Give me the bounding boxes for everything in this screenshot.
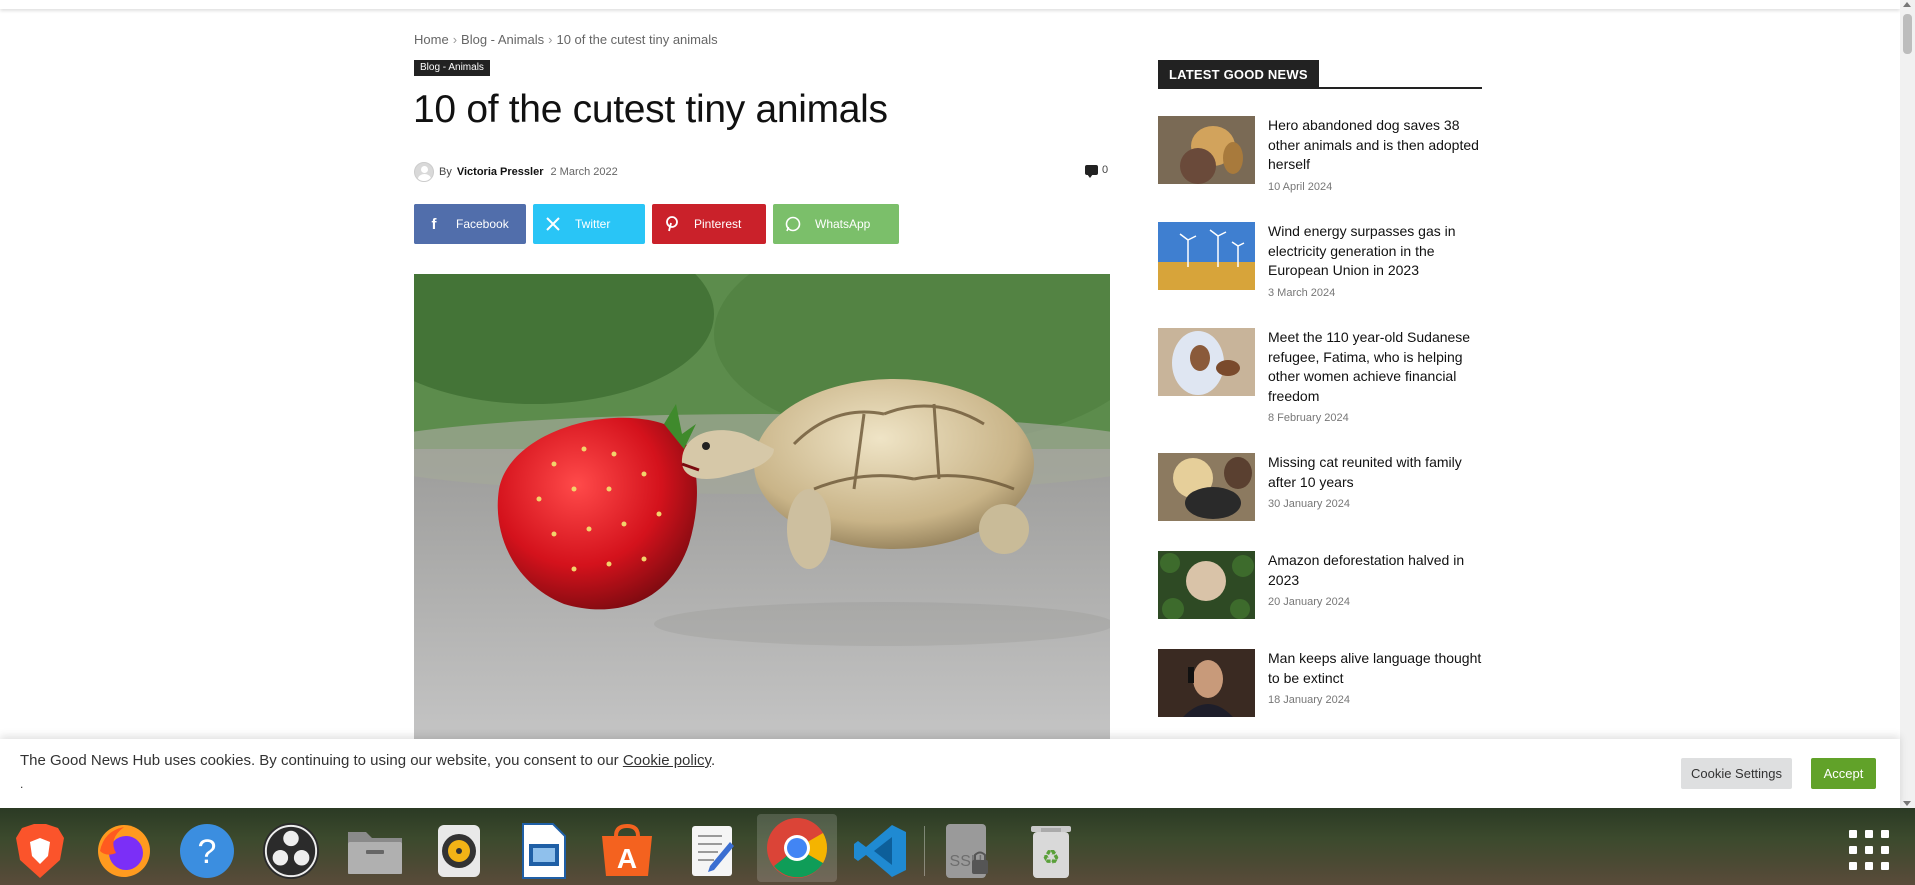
breadcrumb: Home › Blog - Animals › 10 of the cutest… [414,32,718,47]
whatsapp-label: WhatsApp [815,217,871,231]
svg-text:A: A [617,843,637,874]
cookie-period: . [710,752,716,769]
news-date: 30 January 2024 [1268,498,1350,510]
obs-icon[interactable] [262,822,320,880]
news-item-amazon[interactable]: Amazon deforestation halved in 2023 20 J… [1158,551,1482,649]
app-store-icon[interactable]: A [598,822,656,880]
article-title: 10 of the cutest tiny animals [413,88,888,131]
cookie-accept-button[interactable]: Accept [1811,758,1876,789]
news-date: 8 February 2024 [1268,412,1349,424]
twitter-label: Twitter [575,217,611,231]
share-buttons: f Facebook Twitter Pinterest WhatsApp [414,204,899,244]
news-item-language[interactable]: Man keeps alive language thought to be e… [1158,649,1482,729]
breadcrumb-current: 10 of the cutest tiny animals [556,32,718,47]
news-headline[interactable]: Wind energy surpasses gas in electricity… [1268,222,1482,281]
pinterest-icon [652,204,692,244]
vscode-icon[interactable] [851,822,909,880]
whatsapp-share-button[interactable]: WhatsApp [773,204,899,244]
sidebar-heading: LATEST GOOD NEWS [1158,60,1319,89]
twitter-share-button[interactable]: Twitter [533,204,645,244]
scroll-down-arrow-icon[interactable] [1903,801,1911,806]
comment-count: 0 [1102,164,1109,176]
article-date: 2 March 2022 [550,166,618,178]
news-date: 20 January 2024 [1268,596,1350,608]
x-twitter-icon [533,204,573,244]
apps-grid-icon[interactable] [1849,830,1889,870]
libreoffice-impress-icon[interactable] [514,822,572,880]
news-headline[interactable]: Hero abandoned dog saves 38 other animal… [1268,116,1482,175]
ssh-icon[interactable]: SSH [939,822,997,880]
news-headline[interactable]: Amazon deforestation halved in 2023 [1268,551,1482,590]
article-meta: By Victoria Pressler 2 March 2022 [414,162,618,182]
category-tag[interactable]: Blog - Animals [414,60,490,76]
news-thumbnail-fatima[interactable] [1158,328,1255,396]
cookie-message: The Good News Hub uses cookies. By conti… [20,752,715,769]
scroll-up-arrow-icon[interactable] [1903,2,1911,7]
svg-text:♻: ♻ [1042,845,1060,869]
breadcrumb-category[interactable]: Blog - Animals [461,32,544,47]
trash-icon[interactable]: ♻ [1022,822,1080,880]
taskbar: ? A SSH ♻ [0,808,1915,885]
cookie-message-text: The Good News Hub uses cookies. By conti… [20,752,619,769]
firefox-icon[interactable] [95,822,153,880]
article-hero-image [414,274,1110,739]
help-icon[interactable]: ? [178,822,236,880]
sidebar-heading-block: LATEST GOOD NEWS [1158,60,1482,89]
breadcrumb-separator: › [452,32,458,47]
rhythmbox-icon[interactable] [430,822,488,880]
comment-icon [1085,165,1098,178]
news-item-cat[interactable]: Missing cat reunited with family after 1… [1158,453,1482,551]
news-item-fatima[interactable]: Meet the 110 year-old Sudanese refugee, … [1158,328,1482,453]
facebook-label: Facebook [456,217,509,231]
svg-text:?: ? [198,833,217,871]
cookie-settings-button[interactable]: Cookie Settings [1681,758,1792,789]
news-date: 10 April 2024 [1268,180,1333,193]
news-thumbnail-wind[interactable] [1158,222,1255,290]
news-item-wind[interactable]: Wind energy surpasses gas in electricity… [1158,222,1482,328]
files-icon[interactable] [346,822,404,880]
facebook-icon: f [414,204,454,244]
page-scrollbar[interactable] [1900,0,1915,808]
news-thumbnail-dog[interactable] [1158,116,1255,184]
latest-news-list: Hero abandoned dog saves 38 other animal… [1158,116,1482,729]
whatsapp-icon [773,204,813,244]
facebook-share-button[interactable]: f Facebook [414,204,526,244]
pinterest-share-button[interactable]: Pinterest [652,204,766,244]
brave-icon[interactable] [11,822,69,880]
news-item-dog[interactable]: Hero abandoned dog saves 38 other animal… [1158,116,1482,222]
comment-count-link[interactable]: 0 [1085,164,1109,178]
news-thumbnail-cat[interactable] [1158,453,1255,521]
news-headline[interactable]: Man keeps alive language thought to be e… [1268,649,1482,688]
site-header-bar [0,0,1900,9]
cookie-policy-link[interactable]: Cookie policy [623,752,711,769]
scrollbar-thumb[interactable] [1903,14,1912,54]
breadcrumb-separator: › [548,32,553,47]
text-editor-icon[interactable] [683,822,741,880]
by-label: By [439,166,452,178]
news-thumbnail-amazon[interactable] [1158,551,1255,619]
breadcrumb-home[interactable]: Home [414,32,449,47]
chrome-icon[interactable] [757,814,837,882]
news-headline[interactable]: Meet the 110 year-old Sudanese refugee, … [1268,328,1482,406]
author-name[interactable]: Victoria Pressler [457,166,544,178]
news-date: 18 January 2024 [1268,694,1350,706]
news-thumbnail-language[interactable] [1158,649,1255,717]
news-headline[interactable]: Missing cat reunited with family after 1… [1268,453,1482,492]
dock-separator [924,826,925,876]
cookie-second-line: . [20,777,24,791]
cookie-consent-bar: The Good News Hub uses cookies. By conti… [0,739,1900,808]
author-avatar[interactable] [414,162,434,182]
news-date: 3 March 2024 [1268,286,1336,299]
pinterest-label: Pinterest [694,217,742,231]
